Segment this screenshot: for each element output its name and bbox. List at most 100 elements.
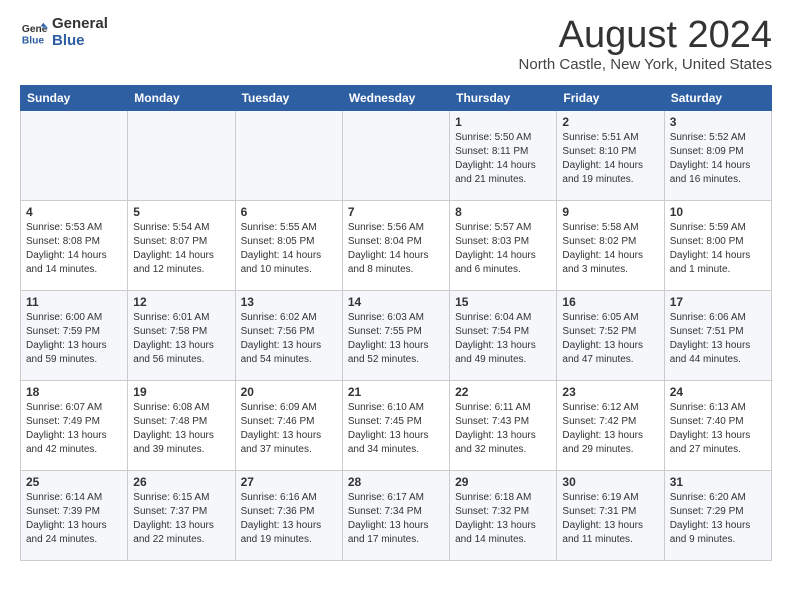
- calendar-cell: 18 Sunrise: 6:07 AM Sunset: 7:49 PM Dayli…: [21, 381, 128, 471]
- day-number: 11: [26, 295, 122, 309]
- calendar-cell: 8 Sunrise: 5:57 AM Sunset: 8:03 PM Daylig…: [450, 201, 557, 291]
- calendar-cell: 26Sunrise: 6:15 AM Sunset: 7:37 PM Dayli…: [128, 471, 235, 561]
- header-tuesday: Tuesday: [235, 86, 342, 111]
- logo: General Blue General Blue: [20, 16, 108, 49]
- day-info: Sunrise: 5:56 AM Sunset: 8:04 PM Dayligh…: [348, 221, 444, 277]
- day-info: Sunrise: 5:57 AM Sunset: 8:03 PM Dayligh…: [455, 221, 551, 277]
- month-title: August 2024: [519, 16, 772, 54]
- logo-text-line1: General: [52, 16, 108, 33]
- calendar-cell: 23 Sunrise: 6:12 AM Sunset: 7:42 PM Dayli…: [557, 381, 664, 471]
- day-number: 8: [455, 205, 551, 219]
- calendar-cell: 2Sunrise: 5:51 AM Sunset: 8:10 PM Daylig…: [557, 111, 664, 201]
- day-number: 25: [26, 475, 122, 489]
- day-number: 19: [133, 385, 229, 399]
- calendar-cell: 3Sunrise: 5:52 AM Sunset: 8:09 PM Daylig…: [664, 111, 771, 201]
- calendar-week-5: 25Sunrise: 6:14 AM Sunset: 7:39 PM Dayli…: [21, 471, 772, 561]
- day-number: 30: [562, 475, 658, 489]
- day-info: Sunrise: 6:01 AM Sunset: 7:58 PM Dayligh…: [133, 311, 229, 367]
- calendar-cell: 20 Sunrise: 6:09 AM Sunset: 7:46 PM Dayli…: [235, 381, 342, 471]
- day-number: 9: [562, 205, 658, 219]
- day-number: 7: [348, 205, 444, 219]
- day-number: 18: [26, 385, 122, 399]
- calendar-cell: 31 Sunrise: 6:20 AM Sunset: 7:29 PM Dayli…: [664, 471, 771, 561]
- calendar-cell: 17 Sunrise: 6:06 AM Sunset: 7:51 PM Dayli…: [664, 291, 771, 381]
- calendar-cell: 19 Sunrise: 6:08 AM Sunset: 7:48 PM Dayli…: [128, 381, 235, 471]
- calendar-cell: 24Sunrise: 6:13 AM Sunset: 7:40 PM Dayli…: [664, 381, 771, 471]
- calendar-cell: 11Sunrise: 6:00 AM Sunset: 7:59 PM Dayli…: [21, 291, 128, 381]
- day-info: Sunrise: 6:11 AM Sunset: 7:43 PM Dayligh…: [455, 401, 551, 457]
- day-info: Sunrise: 6:08 AM Sunset: 7:48 PM Dayligh…: [133, 401, 229, 457]
- day-number: 27: [241, 475, 337, 489]
- day-info: Sunrise: 6:17 AM Sunset: 7:34 PM Dayligh…: [348, 491, 444, 547]
- day-number: 31: [670, 475, 766, 489]
- day-info: Sunrise: 6:05 AM Sunset: 7:52 PM Dayligh…: [562, 311, 658, 367]
- location: North Castle, New York, United States: [519, 56, 772, 73]
- calendar-header-row: Sunday Monday Tuesday Wednesday Thursday…: [21, 86, 772, 111]
- calendar-cell: 13 Sunrise: 6:02 AM Sunset: 7:56 PM Dayli…: [235, 291, 342, 381]
- day-info: Sunrise: 5:53 AM Sunset: 8:08 PM Dayligh…: [26, 221, 122, 277]
- day-info: Sunrise: 6:19 AM Sunset: 7:31 PM Dayligh…: [562, 491, 658, 547]
- day-info: Sunrise: 5:58 AM Sunset: 8:02 PM Dayligh…: [562, 221, 658, 277]
- day-info: Sunrise: 6:16 AM Sunset: 7:36 PM Dayligh…: [241, 491, 337, 547]
- calendar-cell: 14 Sunrise: 6:03 AM Sunset: 7:55 PM Dayli…: [342, 291, 449, 381]
- day-number: 17: [670, 295, 766, 309]
- day-number: 21: [348, 385, 444, 399]
- calendar-cell: 7 Sunrise: 5:56 AM Sunset: 8:04 PM Daylig…: [342, 201, 449, 291]
- day-info: Sunrise: 6:09 AM Sunset: 7:46 PM Dayligh…: [241, 401, 337, 457]
- day-number: 22: [455, 385, 551, 399]
- logo-text-line2: Blue: [52, 33, 108, 50]
- day-number: 29: [455, 475, 551, 489]
- calendar-cell: [21, 111, 128, 201]
- day-number: 28: [348, 475, 444, 489]
- header-sunday: Sunday: [21, 86, 128, 111]
- calendar-cell: 30 Sunrise: 6:19 AM Sunset: 7:31 PM Dayli…: [557, 471, 664, 561]
- day-info: Sunrise: 5:59 AM Sunset: 8:00 PM Dayligh…: [670, 221, 766, 277]
- day-info: Sunrise: 6:13 AM Sunset: 7:40 PM Dayligh…: [670, 401, 766, 457]
- day-info: Sunrise: 6:07 AM Sunset: 7:49 PM Dayligh…: [26, 401, 122, 457]
- day-number: 10: [670, 205, 766, 219]
- day-number: 14: [348, 295, 444, 309]
- day-number: 20: [241, 385, 337, 399]
- calendar-cell: 29Sunrise: 6:18 AM Sunset: 7:32 PM Dayli…: [450, 471, 557, 561]
- day-info: Sunrise: 6:10 AM Sunset: 7:45 PM Dayligh…: [348, 401, 444, 457]
- day-info: Sunrise: 6:03 AM Sunset: 7:55 PM Dayligh…: [348, 311, 444, 367]
- calendar-cell: 28 Sunrise: 6:17 AM Sunset: 7:34 PM Dayli…: [342, 471, 449, 561]
- day-info: Sunrise: 5:51 AM Sunset: 8:10 PM Dayligh…: [562, 131, 658, 187]
- day-number: 6: [241, 205, 337, 219]
- calendar-cell: 10 Sunrise: 5:59 AM Sunset: 8:00 PM Dayli…: [664, 201, 771, 291]
- day-info: Sunrise: 5:50 AM Sunset: 8:11 PM Dayligh…: [455, 131, 551, 187]
- day-info: Sunrise: 5:55 AM Sunset: 8:05 PM Dayligh…: [241, 221, 337, 277]
- calendar-cell: 27 Sunrise: 6:16 AM Sunset: 7:36 PM Dayli…: [235, 471, 342, 561]
- day-info: Sunrise: 6:15 AM Sunset: 7:37 PM Dayligh…: [133, 491, 229, 547]
- calendar-week-1: 1 Sunrise: 5:50 AM Sunset: 8:11 PM Daylig…: [21, 111, 772, 201]
- calendar-cell: 15Sunrise: 6:04 AM Sunset: 7:54 PM Dayli…: [450, 291, 557, 381]
- day-info: Sunrise: 6:06 AM Sunset: 7:51 PM Dayligh…: [670, 311, 766, 367]
- header-thursday: Thursday: [450, 86, 557, 111]
- calendar-cell: 4 Sunrise: 5:53 AM Sunset: 8:08 PM Daylig…: [21, 201, 128, 291]
- calendar-cell: 25Sunrise: 6:14 AM Sunset: 7:39 PM Dayli…: [21, 471, 128, 561]
- day-number: 4: [26, 205, 122, 219]
- day-number: 1: [455, 115, 551, 129]
- calendar-cell: 6 Sunrise: 5:55 AM Sunset: 8:05 PM Daylig…: [235, 201, 342, 291]
- calendar-week-3: 11Sunrise: 6:00 AM Sunset: 7:59 PM Dayli…: [21, 291, 772, 381]
- calendar-cell: 22 Sunrise: 6:11 AM Sunset: 7:43 PM Dayli…: [450, 381, 557, 471]
- calendar-week-4: 18 Sunrise: 6:07 AM Sunset: 7:49 PM Dayli…: [21, 381, 772, 471]
- header-friday: Friday: [557, 86, 664, 111]
- calendar-cell: 12Sunrise: 6:01 AM Sunset: 7:58 PM Dayli…: [128, 291, 235, 381]
- calendar-cell: 16Sunrise: 6:05 AM Sunset: 7:52 PM Dayli…: [557, 291, 664, 381]
- day-number: 13: [241, 295, 337, 309]
- day-info: Sunrise: 6:12 AM Sunset: 7:42 PM Dayligh…: [562, 401, 658, 457]
- calendar-cell: [128, 111, 235, 201]
- header-saturday: Saturday: [664, 86, 771, 111]
- svg-text:Blue: Blue: [22, 35, 45, 46]
- calendar-cell: 5 Sunrise: 5:54 AM Sunset: 8:07 PM Daylig…: [128, 201, 235, 291]
- calendar-cell: 9 Sunrise: 5:58 AM Sunset: 8:02 PM Daylig…: [557, 201, 664, 291]
- day-info: Sunrise: 6:02 AM Sunset: 7:56 PM Dayligh…: [241, 311, 337, 367]
- calendar-cell: 21 Sunrise: 6:10 AM Sunset: 7:45 PM Dayli…: [342, 381, 449, 471]
- calendar-cell: [235, 111, 342, 201]
- day-info: Sunrise: 6:20 AM Sunset: 7:29 PM Dayligh…: [670, 491, 766, 547]
- day-number: 23: [562, 385, 658, 399]
- day-info: Sunrise: 5:54 AM Sunset: 8:07 PM Dayligh…: [133, 221, 229, 277]
- calendar-week-2: 4 Sunrise: 5:53 AM Sunset: 8:08 PM Daylig…: [21, 201, 772, 291]
- day-number: 5: [133, 205, 229, 219]
